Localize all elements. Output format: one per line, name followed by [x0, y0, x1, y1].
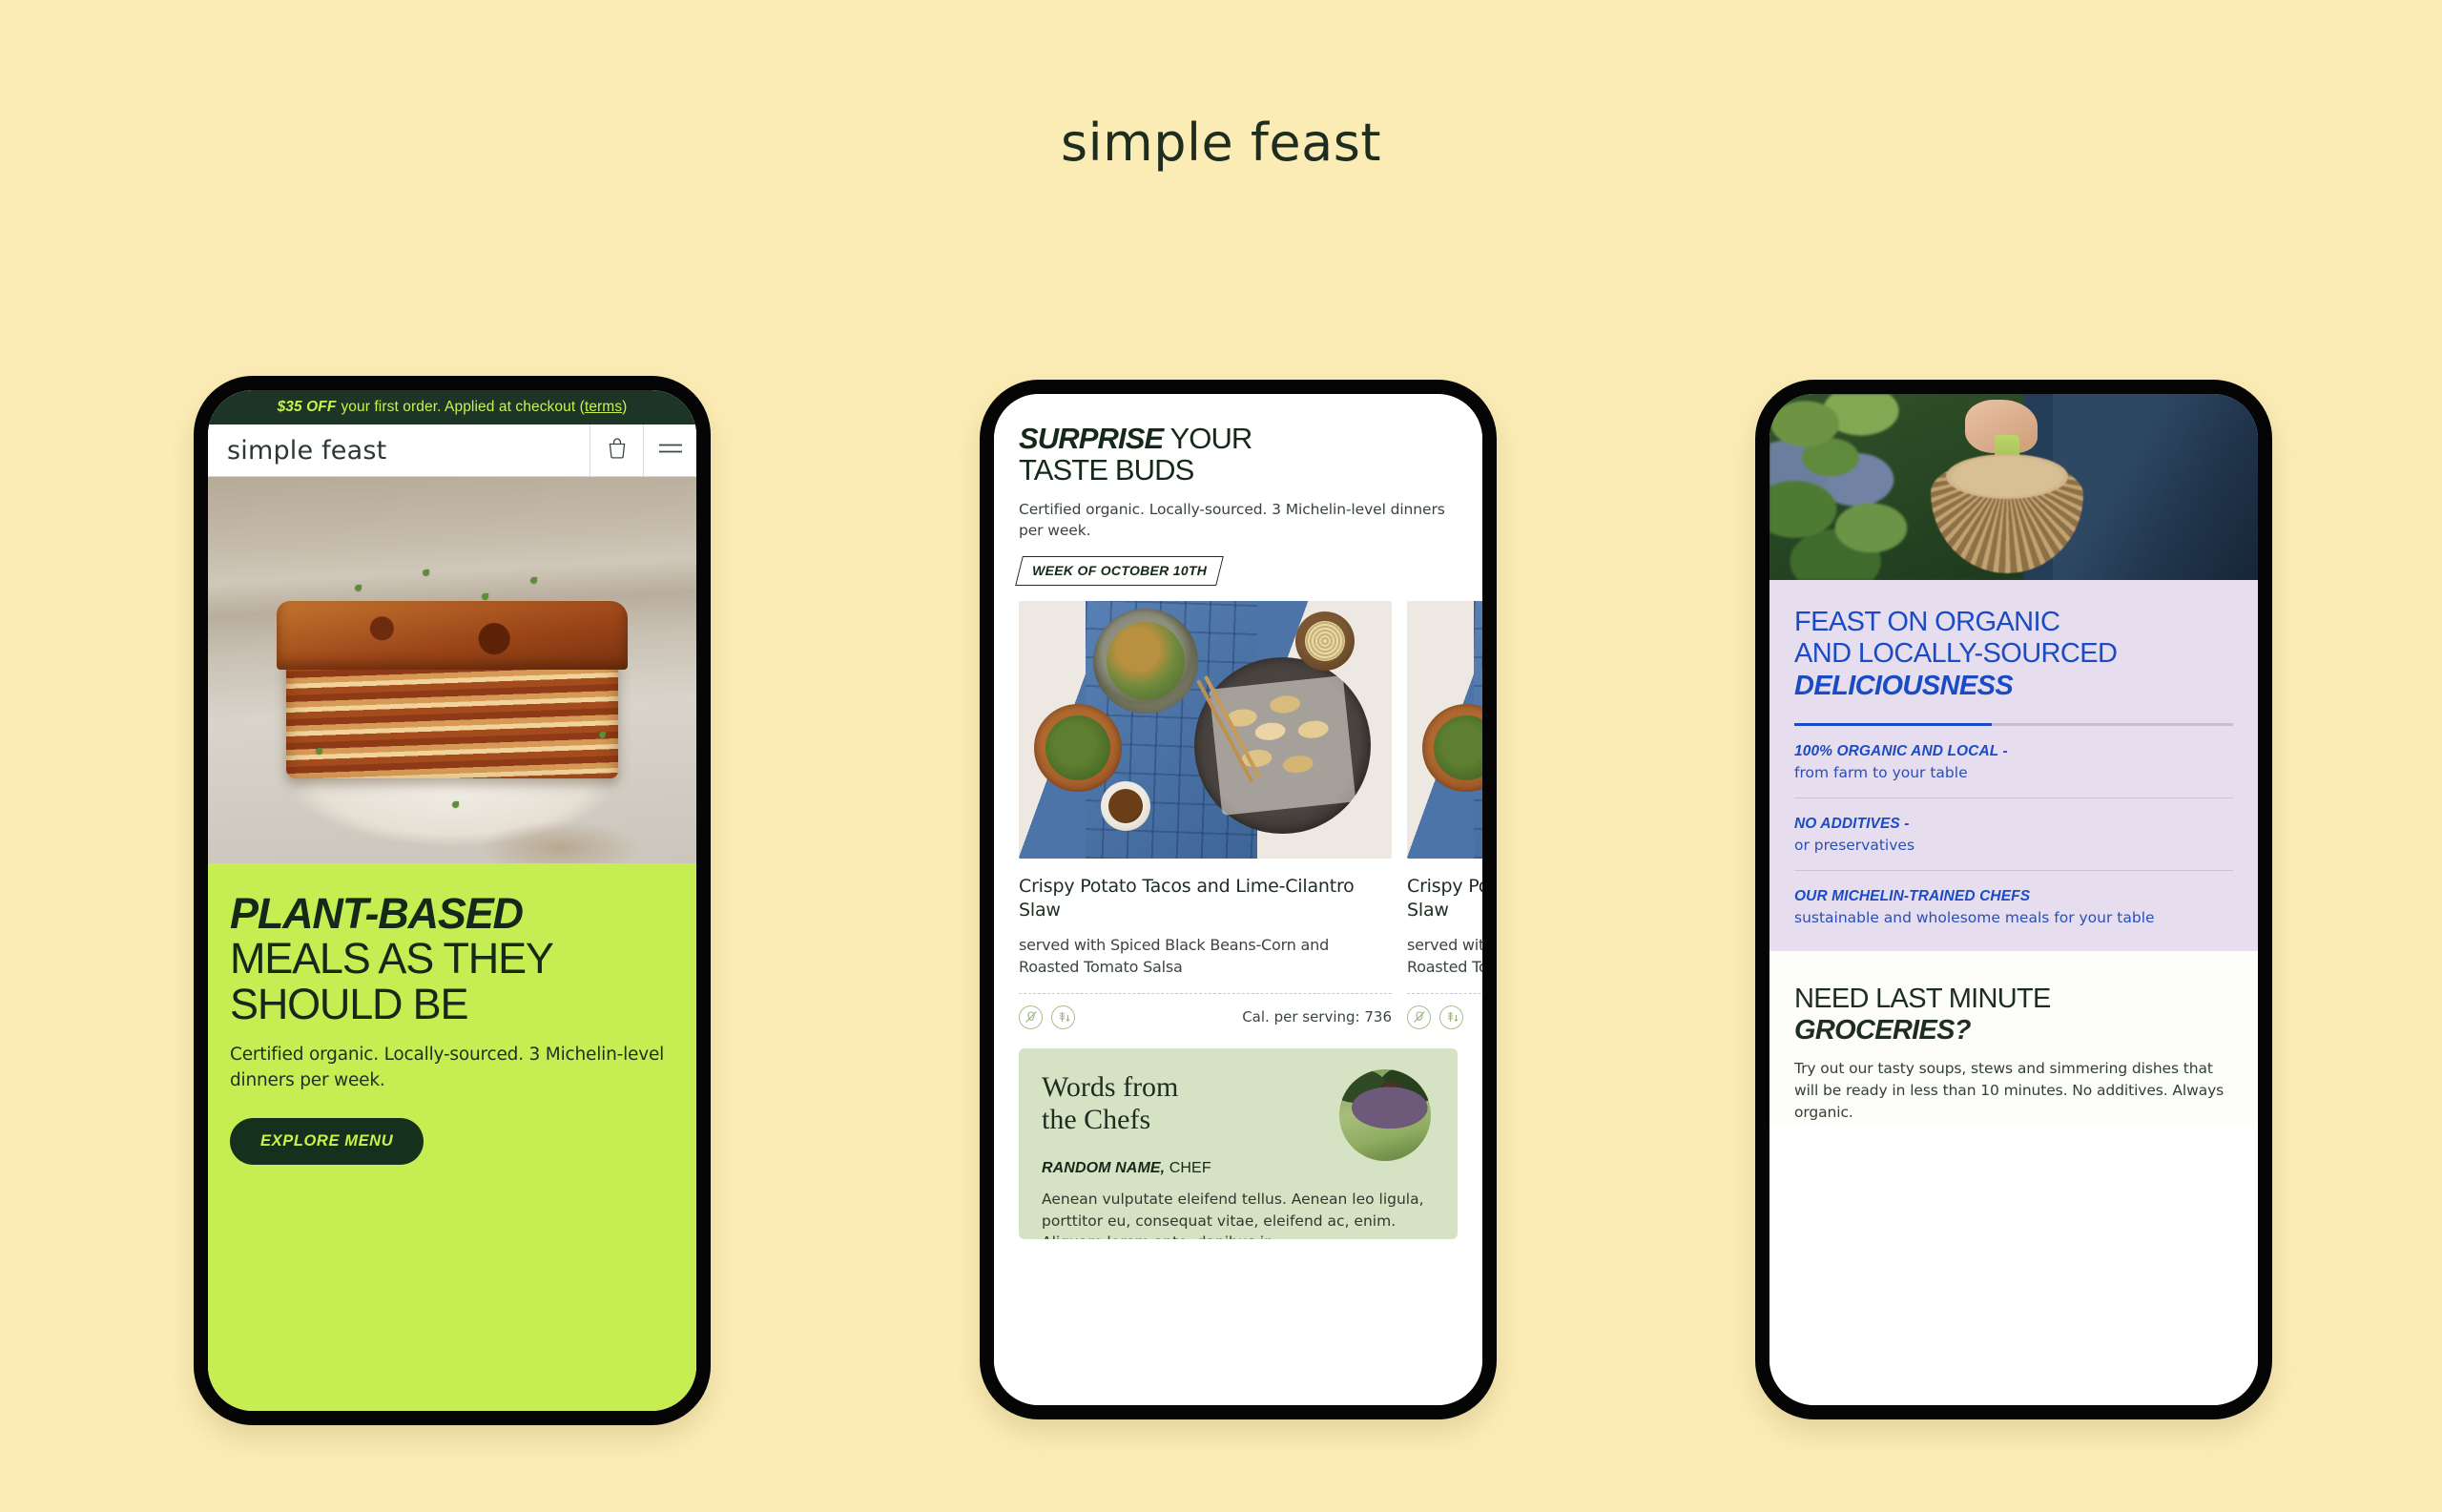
chef-avatar: [1339, 1068, 1431, 1161]
feature-item: 100% ORGANIC AND LOCAL - from farm to yo…: [1794, 726, 2233, 781]
menu-header: SURPRISE YOUR TASTE BUDS Certified organ…: [994, 394, 1482, 586]
chef-role: CHEF: [1165, 1160, 1211, 1177]
phone-mockup-1: $35 OFF your first order. Applied at chec…: [194, 376, 711, 1425]
promo-banner[interactable]: $35 OFF your first order. Applied at chec…: [208, 390, 696, 425]
meal-footer: Cal. per serving: 736: [1407, 992, 1482, 1029]
menu-button[interactable]: [643, 425, 696, 476]
menu-headline-line2: TASTE BUDS: [1019, 453, 1194, 487]
low-gluten-icon: [1051, 1005, 1075, 1029]
menu-subtitle: Certified organic. Locally-sourced. 3 Mi…: [1019, 500, 1445, 539]
low-gluten-icon: [1439, 1005, 1463, 1029]
diet-badges: [1407, 1005, 1463, 1029]
phone-3-screen: FEAST ON ORGANIC AND LOCALLY-SOURCED DEL…: [1769, 394, 2258, 1405]
meal-description: served with Spiced Black Beans-Corn and …: [1407, 936, 1482, 976]
asian-meal-photo-art: [1407, 600, 1482, 859]
benefits-headline-line1: FEAST ON ORGANIC: [1794, 607, 2060, 637]
feature-title: OUR MICHELIN-TRAINED CHEFS: [1794, 888, 2031, 905]
promo-accent: $35 OFF: [277, 399, 337, 415]
hero-image: [208, 477, 696, 863]
groceries-headline-italic: GROCERIES?: [1794, 1014, 1971, 1046]
feature-item: NO ADDITIVES - or preservatives: [1794, 797, 2233, 854]
nut-free-icon: [1019, 1005, 1043, 1029]
explore-menu-button[interactable]: EXPLORE MENU: [230, 1117, 424, 1165]
feature-item: OUR MICHELIN-TRAINED CHEFS sustainable a…: [1794, 870, 2233, 926]
feature-description: sustainable and wholesome meals for your…: [1794, 909, 2155, 927]
groceries-body: Try out our tasty soups, stews and simme…: [1794, 1059, 2225, 1121]
phone-1-screen: $35 OFF your first order. Applied at chec…: [208, 390, 696, 1411]
hamburger-menu-icon: [658, 442, 683, 460]
meal-card[interactable]: Crispy Potato Tacos and Lime-Cilantro Sl…: [1019, 600, 1392, 1029]
groceries-headline: NEED LAST MINUTE GROCERIES?: [1794, 984, 2233, 1046]
chefs-title: Words from the Chefs: [1042, 1071, 1261, 1138]
promo-text: your first order. Applied at checkout (: [341, 399, 585, 415]
chefs-card: Words from the Chefs RANDOM NAME, CHEF A…: [1019, 1047, 1458, 1239]
chef-photo-art: [1339, 1068, 1431, 1161]
nav-brand[interactable]: simple feast: [208, 425, 590, 476]
asian-meal-photo-art: [1019, 600, 1392, 859]
phone-mockup-3: FEAST ON ORGANIC AND LOCALLY-SOURCED DEL…: [1755, 380, 2272, 1419]
menu-headline: SURPRISE YOUR TASTE BUDS: [1019, 423, 1458, 487]
roots-photo-art: [1769, 394, 2258, 580]
week-tag-label: WEEK OF OCTOBER 10TH: [1032, 562, 1208, 578]
progress-indicator: [1794, 723, 2233, 727]
feature-title: NO ADDITIVES -: [1794, 816, 1910, 833]
hero-headline-italic: PLANT-BASED: [230, 889, 524, 938]
groceries-panel: NEED LAST MINUTE GROCERIES? Try out our …: [1769, 951, 2258, 1124]
chefs-title-line1: Words from: [1042, 1070, 1179, 1103]
page-title: simple feast: [1060, 113, 1382, 173]
lasagna-photo-art: [208, 477, 696, 863]
meal-title: Crispy Potato Tacos and Lime-Cilantro Sl…: [1019, 875, 1355, 922]
hero-headline-line2: MEALS AS THEY: [230, 933, 554, 983]
chefs-title-line2: the Chefs: [1042, 1104, 1151, 1136]
meal-card[interactable]: Crispy Potato Tacos and Lime-Cilantro Sl…: [1407, 600, 1482, 1029]
meal-description: served with Spiced Black Beans-Corn and …: [1019, 936, 1330, 976]
benefits-headline: FEAST ON ORGANIC AND LOCALLY-SOURCED DEL…: [1794, 607, 2233, 702]
cart-button[interactable]: [590, 425, 643, 476]
menu-headline-italic: SURPRISE: [1019, 422, 1164, 455]
week-tag: WEEK OF OCTOBER 10TH: [1015, 555, 1224, 586]
hero-headline-line3: SHOULD BE: [230, 979, 468, 1028]
benefits-panel: FEAST ON ORGANIC AND LOCALLY-SOURCED DEL…: [1769, 580, 2258, 952]
phone-mockup-2: SURPRISE YOUR TASTE BUDS Certified organ…: [980, 380, 1497, 1419]
meal-image: [1019, 600, 1392, 859]
roots-image: [1769, 394, 2258, 580]
benefits-headline-italic: DELICIOUSNESS: [1794, 670, 2014, 701]
meal-calories: Cal. per serving: 736: [1242, 1008, 1392, 1026]
page-root: simple feast $35 OFF your first order. Ap…: [0, 0, 2442, 1512]
feature-title: 100% ORGANIC AND LOCAL -: [1794, 743, 2008, 760]
hero-copy-panel: PLANT-BASED MEALS AS THEY SHOULD BE Cert…: [208, 863, 696, 1411]
chef-name: RANDOM NAME,: [1042, 1160, 1166, 1177]
chef-attribution: RANDOM NAME, CHEF: [1042, 1160, 1435, 1177]
menu-headline-regular: YOUR: [1163, 422, 1252, 455]
meal-footer: Cal. per serving: 736: [1019, 992, 1392, 1029]
hero-subtitle: Certified organic. Locally-sourced. 3 Mi…: [230, 1045, 665, 1090]
phone-2-screen: SURPRISE YOUR TASTE BUDS Certified organ…: [994, 394, 1482, 1405]
shopping-bag-icon: [607, 437, 628, 464]
diet-badges: [1019, 1005, 1075, 1029]
navbar: simple feast: [208, 425, 696, 477]
nut-free-icon: [1407, 1005, 1431, 1029]
meal-title: Crispy Potato Tacos and Lime-Cilantro Sl…: [1407, 875, 1482, 922]
groceries-headline-line1: NEED LAST MINUTE: [1794, 984, 2051, 1015]
chef-quote: Aenean vulputate eleifend tellus. Aenean…: [1042, 1191, 1424, 1238]
meal-carousel[interactable]: Crispy Potato Tacos and Lime-Cilantro Sl…: [994, 600, 1482, 1029]
benefits-headline-line2: AND LOCALLY-SOURCED: [1794, 638, 2118, 670]
feature-description: or preservatives: [1794, 837, 1915, 855]
feature-description: from farm to your table: [1794, 764, 1968, 782]
promo-close-paren: ): [622, 399, 628, 415]
promo-terms-link[interactable]: terms: [585, 399, 622, 416]
meal-image: [1407, 600, 1482, 859]
